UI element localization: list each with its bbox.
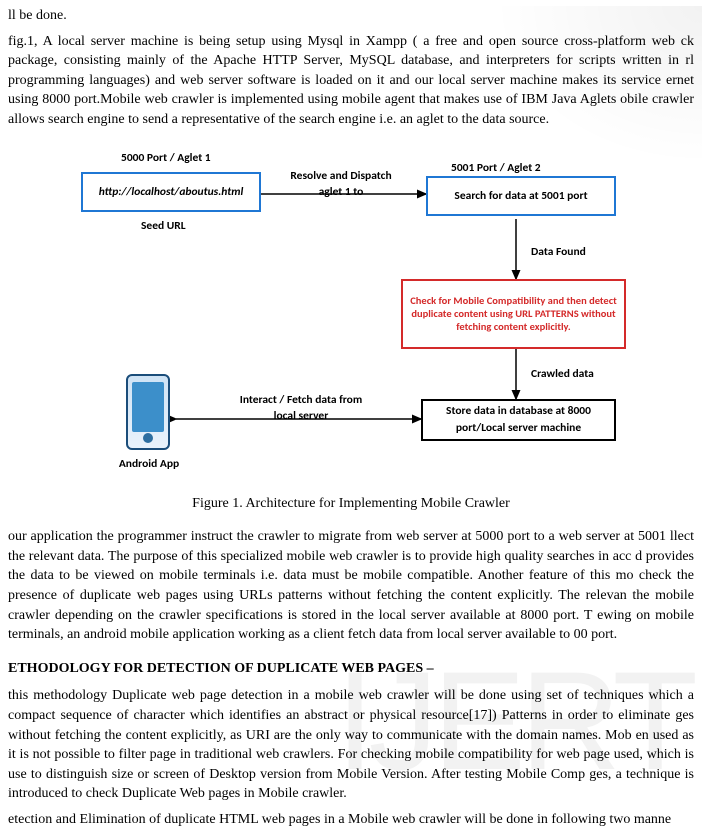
paragraph-fragment-top: ll be done. <box>8 6 694 26</box>
search-box: Search for data at 5001 port <box>426 176 616 216</box>
android-app-label: Android App <box>109 456 189 472</box>
figure-caption: Figure 1. Architecture for Implementing … <box>8 494 694 514</box>
seed-url-label: Seed URL <box>141 218 186 234</box>
data-found-label: Data Found <box>531 244 586 260</box>
dispatch-label: Resolve and Dispatch aglet 1 to <box>271 168 411 200</box>
port-label-1: 5000 Port / Aglet 1 <box>121 150 211 166</box>
paragraph-detection: etection and Elimination of duplicate HT… <box>8 810 694 830</box>
fetch-label: Interact / Fetch data from local server <box>216 392 386 424</box>
store-box: Store data in database at 8000 port/Loca… <box>421 399 616 441</box>
architecture-diagram: 5000 Port / Aglet 1 5001 Port / Aglet 2 … <box>71 144 631 484</box>
android-phone-icon <box>126 374 170 450</box>
paragraph-setup: fig.1, A local server machine is being s… <box>8 32 694 130</box>
port-label-2: 5001 Port / Aglet 2 <box>451 160 541 176</box>
page-content: ll be done. fig.1, A local server machin… <box>0 6 702 829</box>
seed-url-box: http://localhost/aboutus.html <box>81 172 261 212</box>
paragraph-application: our application the programmer instruct … <box>8 527 694 645</box>
methodology-heading: ETHODOLOGY FOR DETECTION OF DUPLICATE WE… <box>8 659 694 679</box>
crawled-data-label: Crawled data <box>531 366 594 382</box>
paragraph-methodology: this methodology Duplicate web page dete… <box>8 686 694 804</box>
check-compat-box: Check for Mobile Compatibility and then … <box>401 279 626 349</box>
